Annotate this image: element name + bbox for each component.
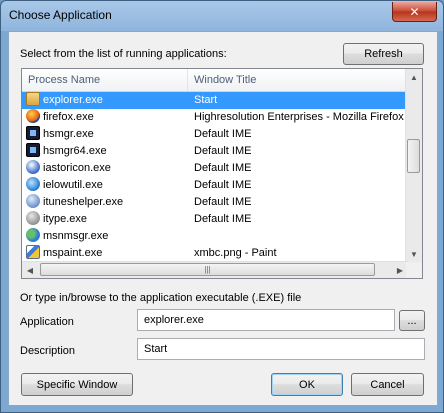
window-title-cell: Default IME	[194, 145, 252, 157]
window-title-cell: Default IME	[194, 213, 252, 225]
title-bar[interactable]: Choose Application ✕	[1, 1, 443, 31]
scroll-up-icon[interactable]: ▲	[406, 69, 422, 86]
process-row[interactable]: ielowutil.exe Default IME	[22, 177, 408, 194]
process-row[interactable]: hsmgr64.exe Default IME	[22, 143, 408, 160]
process-name-cell: msnmsgr.exe	[26, 228, 190, 245]
cancel-button[interactable]: Cancel	[351, 373, 424, 396]
process-rows: explorer.exe Start firefox.exe Highresoluti…	[22, 92, 408, 262]
specific-window-button[interactable]: Specific Window	[21, 373, 133, 396]
process-name: iastoricon.exe	[43, 162, 111, 174]
close-icon: ✕	[409, 4, 420, 19]
itype-icon	[26, 211, 40, 225]
process-name-cell: hsmgr.exe	[26, 126, 190, 143]
iastor-icon	[26, 160, 40, 174]
close-button[interactable]: ✕	[392, 2, 437, 22]
vertical-scrollbar[interactable]: ▲ ▼	[405, 69, 422, 263]
process-name-cell: ituneshelper.exe	[26, 194, 190, 211]
process-name: hsmgr64.exe	[43, 145, 107, 157]
column-header-window-title[interactable]: Window Title	[188, 69, 408, 91]
process-list[interactable]: Process Name Window Title explorer.exe St…	[21, 68, 423, 279]
process-row[interactable]: mspaint.exe xmbc.png - Paint	[22, 245, 408, 262]
column-header-process-name[interactable]: Process Name	[22, 69, 188, 91]
refresh-button[interactable]: Refresh	[343, 43, 424, 65]
window-title-cell: Default IME	[194, 196, 252, 208]
process-name-cell: explorer.exe	[26, 92, 190, 109]
process-row[interactable]: ituneshelper.exe Default IME	[22, 194, 408, 211]
dialog-title: Choose Application	[9, 8, 112, 22]
process-name: itype.exe	[43, 213, 88, 225]
list-header: Process Name Window Title	[22, 69, 408, 92]
process-name-cell: hsmgr64.exe	[26, 143, 190, 160]
firefox-icon	[26, 109, 40, 123]
process-name-cell: itype.exe	[26, 211, 190, 228]
msn-messenger-icon	[26, 228, 40, 242]
process-name: firefox.exe	[43, 111, 94, 123]
internet-explorer-icon	[26, 177, 40, 191]
process-name-cell: iastoricon.exe	[26, 160, 190, 177]
grip-icon: |||	[204, 265, 211, 274]
hsmgr64-icon	[26, 143, 40, 157]
application-field[interactable]: explorer.exe	[137, 309, 395, 331]
process-name: explorer.exe	[43, 94, 103, 106]
scrollbar-corner	[406, 262, 422, 278]
process-name-cell: ielowutil.exe	[26, 177, 190, 194]
paint-icon	[26, 245, 40, 259]
window-title-cell: xmbc.png - Paint	[194, 247, 277, 259]
window-title-cell: Start	[194, 94, 218, 106]
process-name: hsmgr.exe	[43, 128, 94, 140]
process-row[interactable]: explorer.exe Start	[22, 92, 408, 109]
window-title-cell: Highresolution Enterprises - Mozilla Fir…	[194, 111, 404, 123]
process-name-cell: firefox.exe	[26, 109, 190, 126]
process-row[interactable]: firefox.exe Highresolution Enterprises - …	[22, 109, 408, 126]
process-row[interactable]: msnmsgr.exe	[22, 228, 408, 245]
process-row[interactable]: hsmgr.exe Default IME	[22, 126, 408, 143]
itunes-icon	[26, 194, 40, 208]
browse-button[interactable]: ...	[399, 310, 425, 331]
explorer-icon	[26, 92, 40, 106]
window-title-cell: Default IME	[194, 162, 252, 174]
description-field[interactable]: Start	[137, 338, 425, 360]
process-name: ituneshelper.exe	[43, 196, 124, 208]
hsmgr-icon	[26, 126, 40, 140]
scroll-left-icon[interactable]: ◀	[22, 262, 38, 278]
process-name: mspaint.exe	[43, 247, 103, 259]
process-name: ielowutil.exe	[43, 179, 103, 191]
window-title-cell: Default IME	[194, 179, 252, 191]
choose-application-dialog: Choose Application ✕ Select from the lis…	[0, 0, 444, 413]
window-title-cell: Default IME	[194, 128, 252, 140]
horizontal-scroll-thumb[interactable]: |||	[40, 263, 375, 276]
process-name-cell: mspaint.exe	[26, 245, 190, 262]
intro-label: Select from the list of running applicat…	[20, 48, 227, 60]
application-label: Application	[20, 316, 74, 328]
process-row[interactable]: itype.exe Default IME	[22, 211, 408, 228]
dialog-body: Select from the list of running applicat…	[8, 31, 438, 406]
description-label: Description	[20, 345, 76, 357]
vertical-scroll-thumb[interactable]	[407, 139, 420, 173]
browse-label: Or type in/browse to the application exe…	[20, 292, 302, 304]
scroll-down-icon[interactable]: ▼	[406, 246, 422, 263]
process-name: msnmsgr.exe	[43, 230, 109, 242]
ok-button[interactable]: OK	[271, 373, 343, 396]
horizontal-scrollbar[interactable]: ◀ ||| ▶	[22, 261, 408, 278]
process-row[interactable]: iastoricon.exe Default IME	[22, 160, 408, 177]
